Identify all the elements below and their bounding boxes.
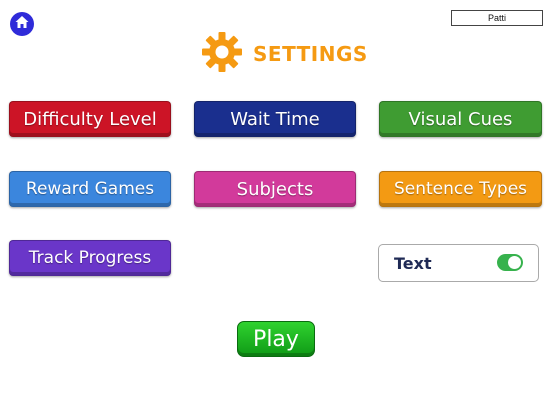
toggle-knob (508, 256, 521, 269)
visual-cues-button[interactable]: Visual Cues (379, 101, 542, 137)
home-icon (14, 14, 30, 34)
difficulty-level-button[interactable]: Difficulty Level (9, 101, 171, 137)
track-progress-button[interactable]: Track Progress (9, 240, 171, 276)
text-toggle-switch[interactable] (497, 254, 523, 271)
text-toggle-label: Text (394, 254, 432, 273)
page-title: SETTINGS (253, 42, 368, 66)
gear-icon (201, 31, 243, 77)
wait-time-button[interactable]: Wait Time (194, 101, 356, 137)
reward-games-button[interactable]: Reward Games (9, 171, 171, 207)
text-toggle-row: Text (378, 244, 539, 282)
home-button[interactable] (10, 12, 34, 36)
sentence-types-button[interactable]: Sentence Types (379, 171, 542, 207)
subjects-button[interactable]: Subjects (194, 171, 356, 207)
user-name-box[interactable]: Patti (451, 10, 543, 26)
settings-header: SETTINGS (201, 32, 368, 76)
play-button[interactable]: Play (237, 321, 315, 357)
